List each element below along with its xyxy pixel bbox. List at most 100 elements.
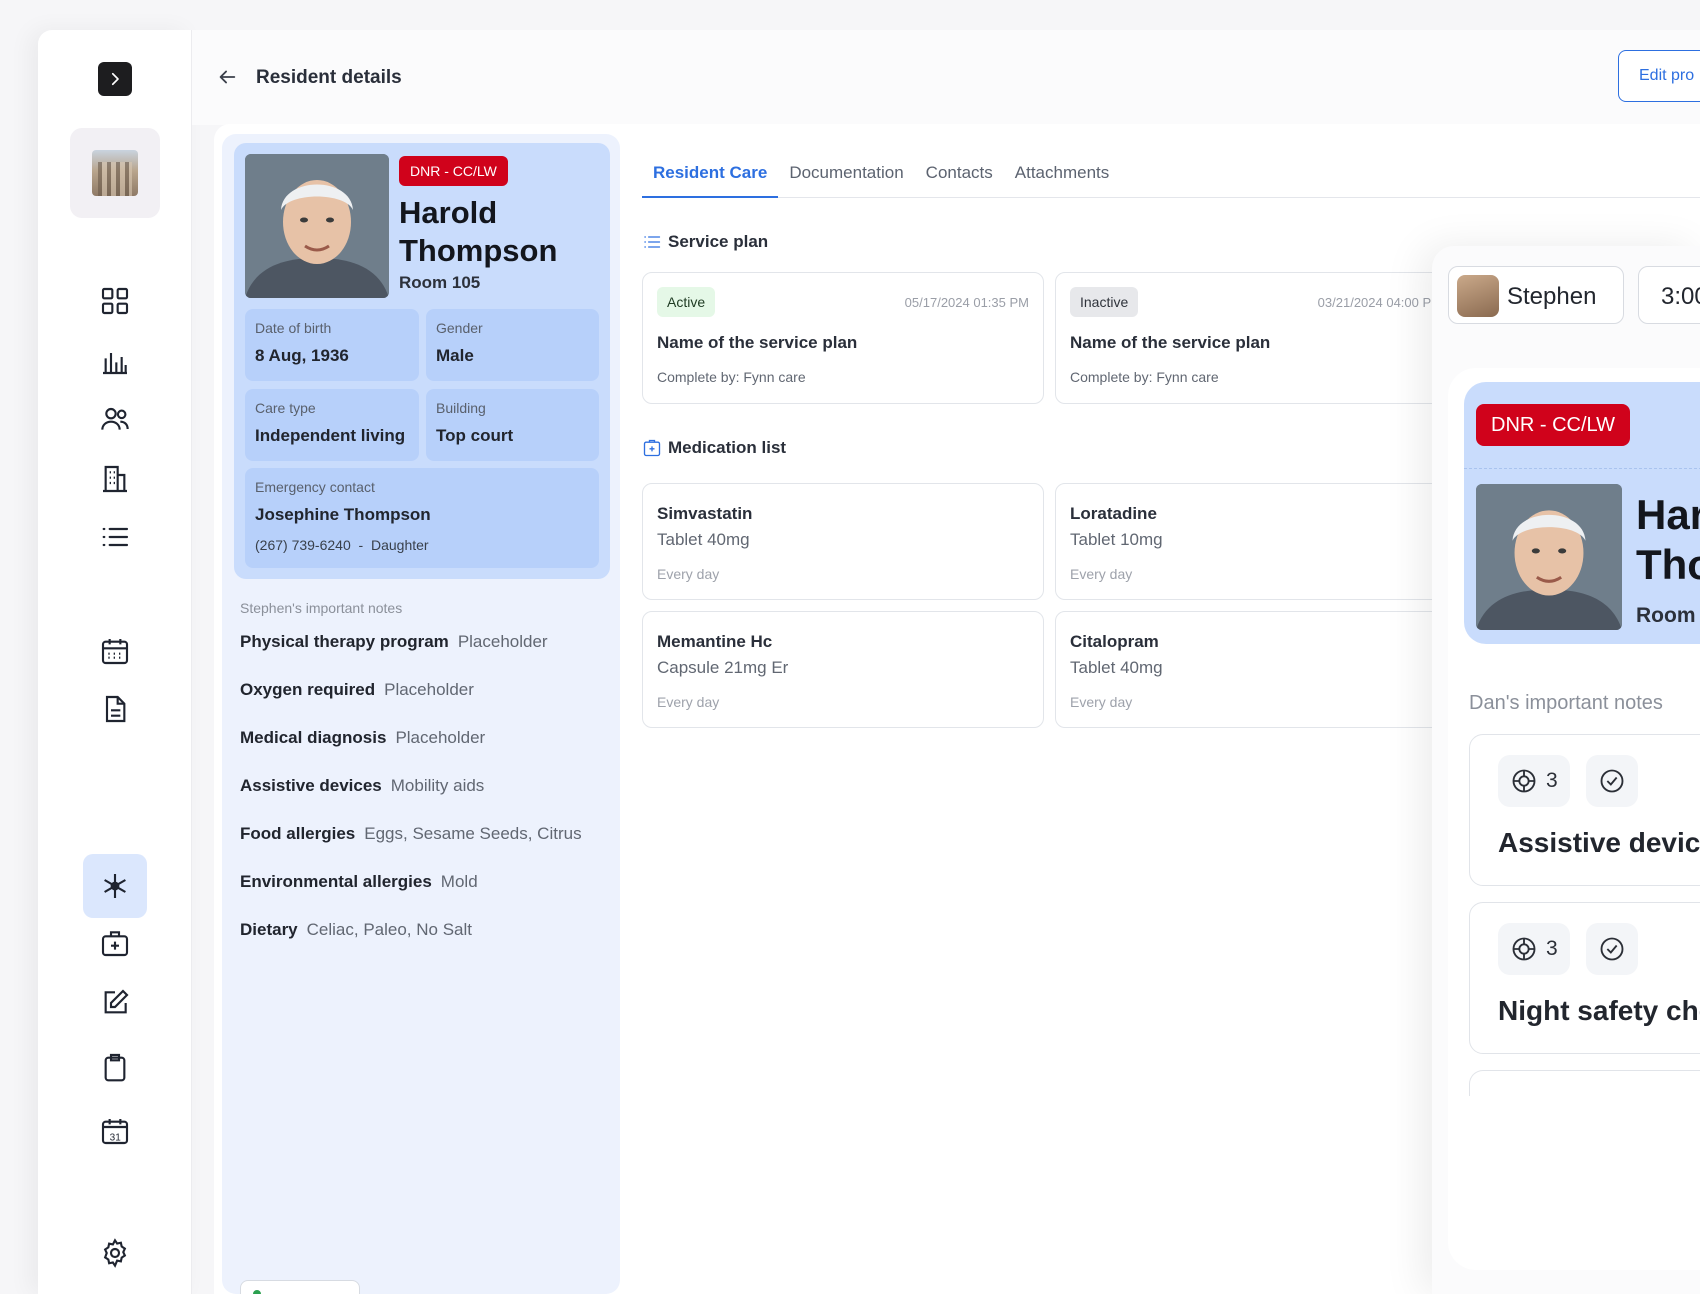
edit-profile-button[interactable]: Edit pro bbox=[1618, 50, 1700, 102]
overlay-resident-photo bbox=[1476, 484, 1622, 630]
tasks-nav[interactable] bbox=[92, 1044, 138, 1090]
emergency-phone[interactable]: (267) 739-6240 bbox=[255, 537, 351, 553]
dashboard-nav[interactable] bbox=[92, 278, 138, 324]
overlay-resident-name: Har Tho bbox=[1636, 490, 1700, 590]
svg-text:31: 31 bbox=[109, 1132, 121, 1143]
note-value: Placeholder bbox=[395, 728, 486, 747]
edit-icon bbox=[104, 989, 129, 1014]
emergency-name: Josephine Thompson bbox=[255, 505, 431, 524]
overlay-notes-heading: Dan's important notes bbox=[1469, 692, 1663, 714]
care-type-value: Independent living bbox=[255, 426, 406, 445]
user-name: Stephen bbox=[1507, 283, 1597, 310]
arrow-left-icon[interactable] bbox=[216, 66, 238, 88]
medication-nav[interactable] bbox=[92, 920, 138, 966]
resident-photo bbox=[245, 154, 389, 298]
divider bbox=[1464, 468, 1700, 469]
calendar-nav[interactable] bbox=[92, 628, 138, 674]
clipboard-icon bbox=[104, 1053, 125, 1082]
emergency-relation: Daughter bbox=[370, 537, 429, 553]
notes-nav[interactable] bbox=[92, 980, 138, 1026]
resident-room: Room 105 bbox=[399, 273, 481, 292]
count-chip: 3 bbox=[1498, 755, 1570, 807]
dnr-badge: DNR - CC/LW bbox=[399, 156, 508, 186]
tab-documentation[interactable]: Documentation bbox=[778, 160, 914, 198]
note-value: Eggs, Sesame Seeds, Citrus bbox=[364, 824, 582, 843]
overlay-room: Room 1 bbox=[1636, 604, 1700, 627]
note-item: Oxygen required Placeholder bbox=[240, 680, 474, 700]
plan-date: 05/17/2024 01:35 PM bbox=[904, 295, 1029, 310]
note-item: Assistive devices Mobility aids bbox=[240, 776, 484, 796]
note-item: Environmental allergies Mold bbox=[240, 872, 478, 892]
status-pill bbox=[240, 1280, 360, 1294]
user-selector[interactable]: Stephen bbox=[1448, 266, 1624, 324]
plan-completed-by: Complete by: Fynn care bbox=[1070, 369, 1219, 385]
gender-label: Gender bbox=[436, 320, 483, 336]
note-item: Dietary Celiac, Paleo, No Salt bbox=[240, 920, 472, 940]
note-value: Placeholder bbox=[384, 680, 474, 699]
list-nav[interactable] bbox=[92, 514, 138, 560]
count-value: 3 bbox=[1546, 769, 1558, 792]
check-chip[interactable] bbox=[1586, 923, 1638, 975]
care-type-label: Care type bbox=[255, 400, 316, 416]
buildings-nav[interactable] bbox=[92, 456, 138, 502]
medication-dose: Tablet 40mg bbox=[1070, 658, 1163, 677]
documents-nav[interactable] bbox=[92, 686, 138, 732]
medication-card[interactable]: Simvastatin Tablet 40mg Every day bbox=[642, 483, 1044, 600]
name-line: Tho bbox=[1636, 541, 1700, 588]
building-icon bbox=[102, 465, 127, 493]
note-label: Dietary bbox=[240, 920, 298, 939]
lifebuoy-icon bbox=[1512, 937, 1536, 961]
sidebar: 31 bbox=[38, 30, 192, 1294]
service-plan-heading: Service plan bbox=[642, 232, 768, 252]
tab-resident-care[interactable]: Resident Care bbox=[642, 160, 779, 198]
medication-frequency: Every day bbox=[1070, 694, 1133, 710]
time-selector[interactable]: 3:00 bbox=[1638, 266, 1700, 324]
reports-nav[interactable] bbox=[92, 338, 138, 384]
tab-attachments[interactable]: Attachments bbox=[1004, 160, 1121, 198]
facility-avatar[interactable] bbox=[69, 128, 160, 218]
bar-chart-icon bbox=[102, 353, 127, 375]
count-chip: 3 bbox=[1498, 923, 1570, 975]
settings-nav[interactable] bbox=[92, 1230, 138, 1276]
tab-bar: Resident Care Documentation Contacts Att… bbox=[642, 160, 1700, 198]
medication-dose: Capsule 21mg Er bbox=[657, 658, 789, 677]
page-header: Resident details Edit pro bbox=[192, 30, 1700, 125]
overlay-note-card[interactable]: 3 Night safety che bbox=[1469, 902, 1700, 1054]
medication-dose: Tablet 10mg bbox=[1070, 530, 1163, 549]
residents-nav[interactable] bbox=[92, 396, 138, 442]
schedule-nav[interactable]: 31 bbox=[92, 1108, 138, 1154]
medication-frequency: Every day bbox=[657, 566, 720, 582]
list-icon bbox=[644, 236, 661, 248]
list-icon bbox=[102, 527, 128, 547]
plan-date: 03/21/2024 04:00 PM bbox=[1317, 295, 1442, 310]
plan-name: Name of the service plan bbox=[1070, 333, 1271, 352]
medical-star-icon bbox=[103, 874, 126, 898]
medication-frequency: Every day bbox=[1070, 566, 1133, 582]
check-chip[interactable] bbox=[1586, 755, 1638, 807]
sidebar-toggle-button[interactable] bbox=[97, 62, 132, 96]
medical-bag-icon bbox=[101, 931, 128, 957]
medication-card[interactable]: Citalopram Tablet 40mg Every day bbox=[1055, 611, 1457, 728]
plan-completed-by: Complete by: Fynn care bbox=[657, 369, 806, 385]
tab-contacts[interactable]: Contacts bbox=[915, 160, 1004, 198]
dnr-badge: DNR - CC/LW bbox=[1476, 404, 1631, 446]
care-type-box: Care type Independent living bbox=[245, 389, 419, 461]
note-item: Physical therapy program Placeholder bbox=[240, 632, 548, 652]
overlay-fade bbox=[1448, 1096, 1700, 1236]
calendar-31-icon: 31 bbox=[101, 1119, 128, 1145]
dob-label: Date of birth bbox=[255, 320, 332, 336]
note-item: Medical diagnosis Placeholder bbox=[240, 728, 485, 748]
gear-icon bbox=[103, 1238, 126, 1268]
service-plan-card[interactable]: Active 05/17/2024 01:35 PM Name of the s… bbox=[642, 272, 1044, 404]
medical-nav[interactable] bbox=[82, 854, 147, 918]
service-plan-card[interactable]: Inactive 03/21/2024 04:00 PM Name of the… bbox=[1055, 272, 1457, 404]
note-label: Physical therapy program bbox=[240, 632, 449, 651]
name-line: Har bbox=[1636, 491, 1700, 538]
medication-card[interactable]: Loratadine Tablet 10mg Every day bbox=[1055, 483, 1457, 600]
overlay-note-card[interactable]: 3 Assistive devices bbox=[1469, 734, 1700, 886]
building-photo bbox=[91, 150, 138, 196]
overlay-note-title: Night safety che bbox=[1498, 995, 1700, 1026]
medication-card[interactable]: Memantine Hc Capsule 21mg Er Every day bbox=[642, 611, 1044, 728]
dob-box: Date of birth 8 Aug, 1936 bbox=[245, 309, 419, 381]
building-label: Building bbox=[436, 400, 486, 416]
